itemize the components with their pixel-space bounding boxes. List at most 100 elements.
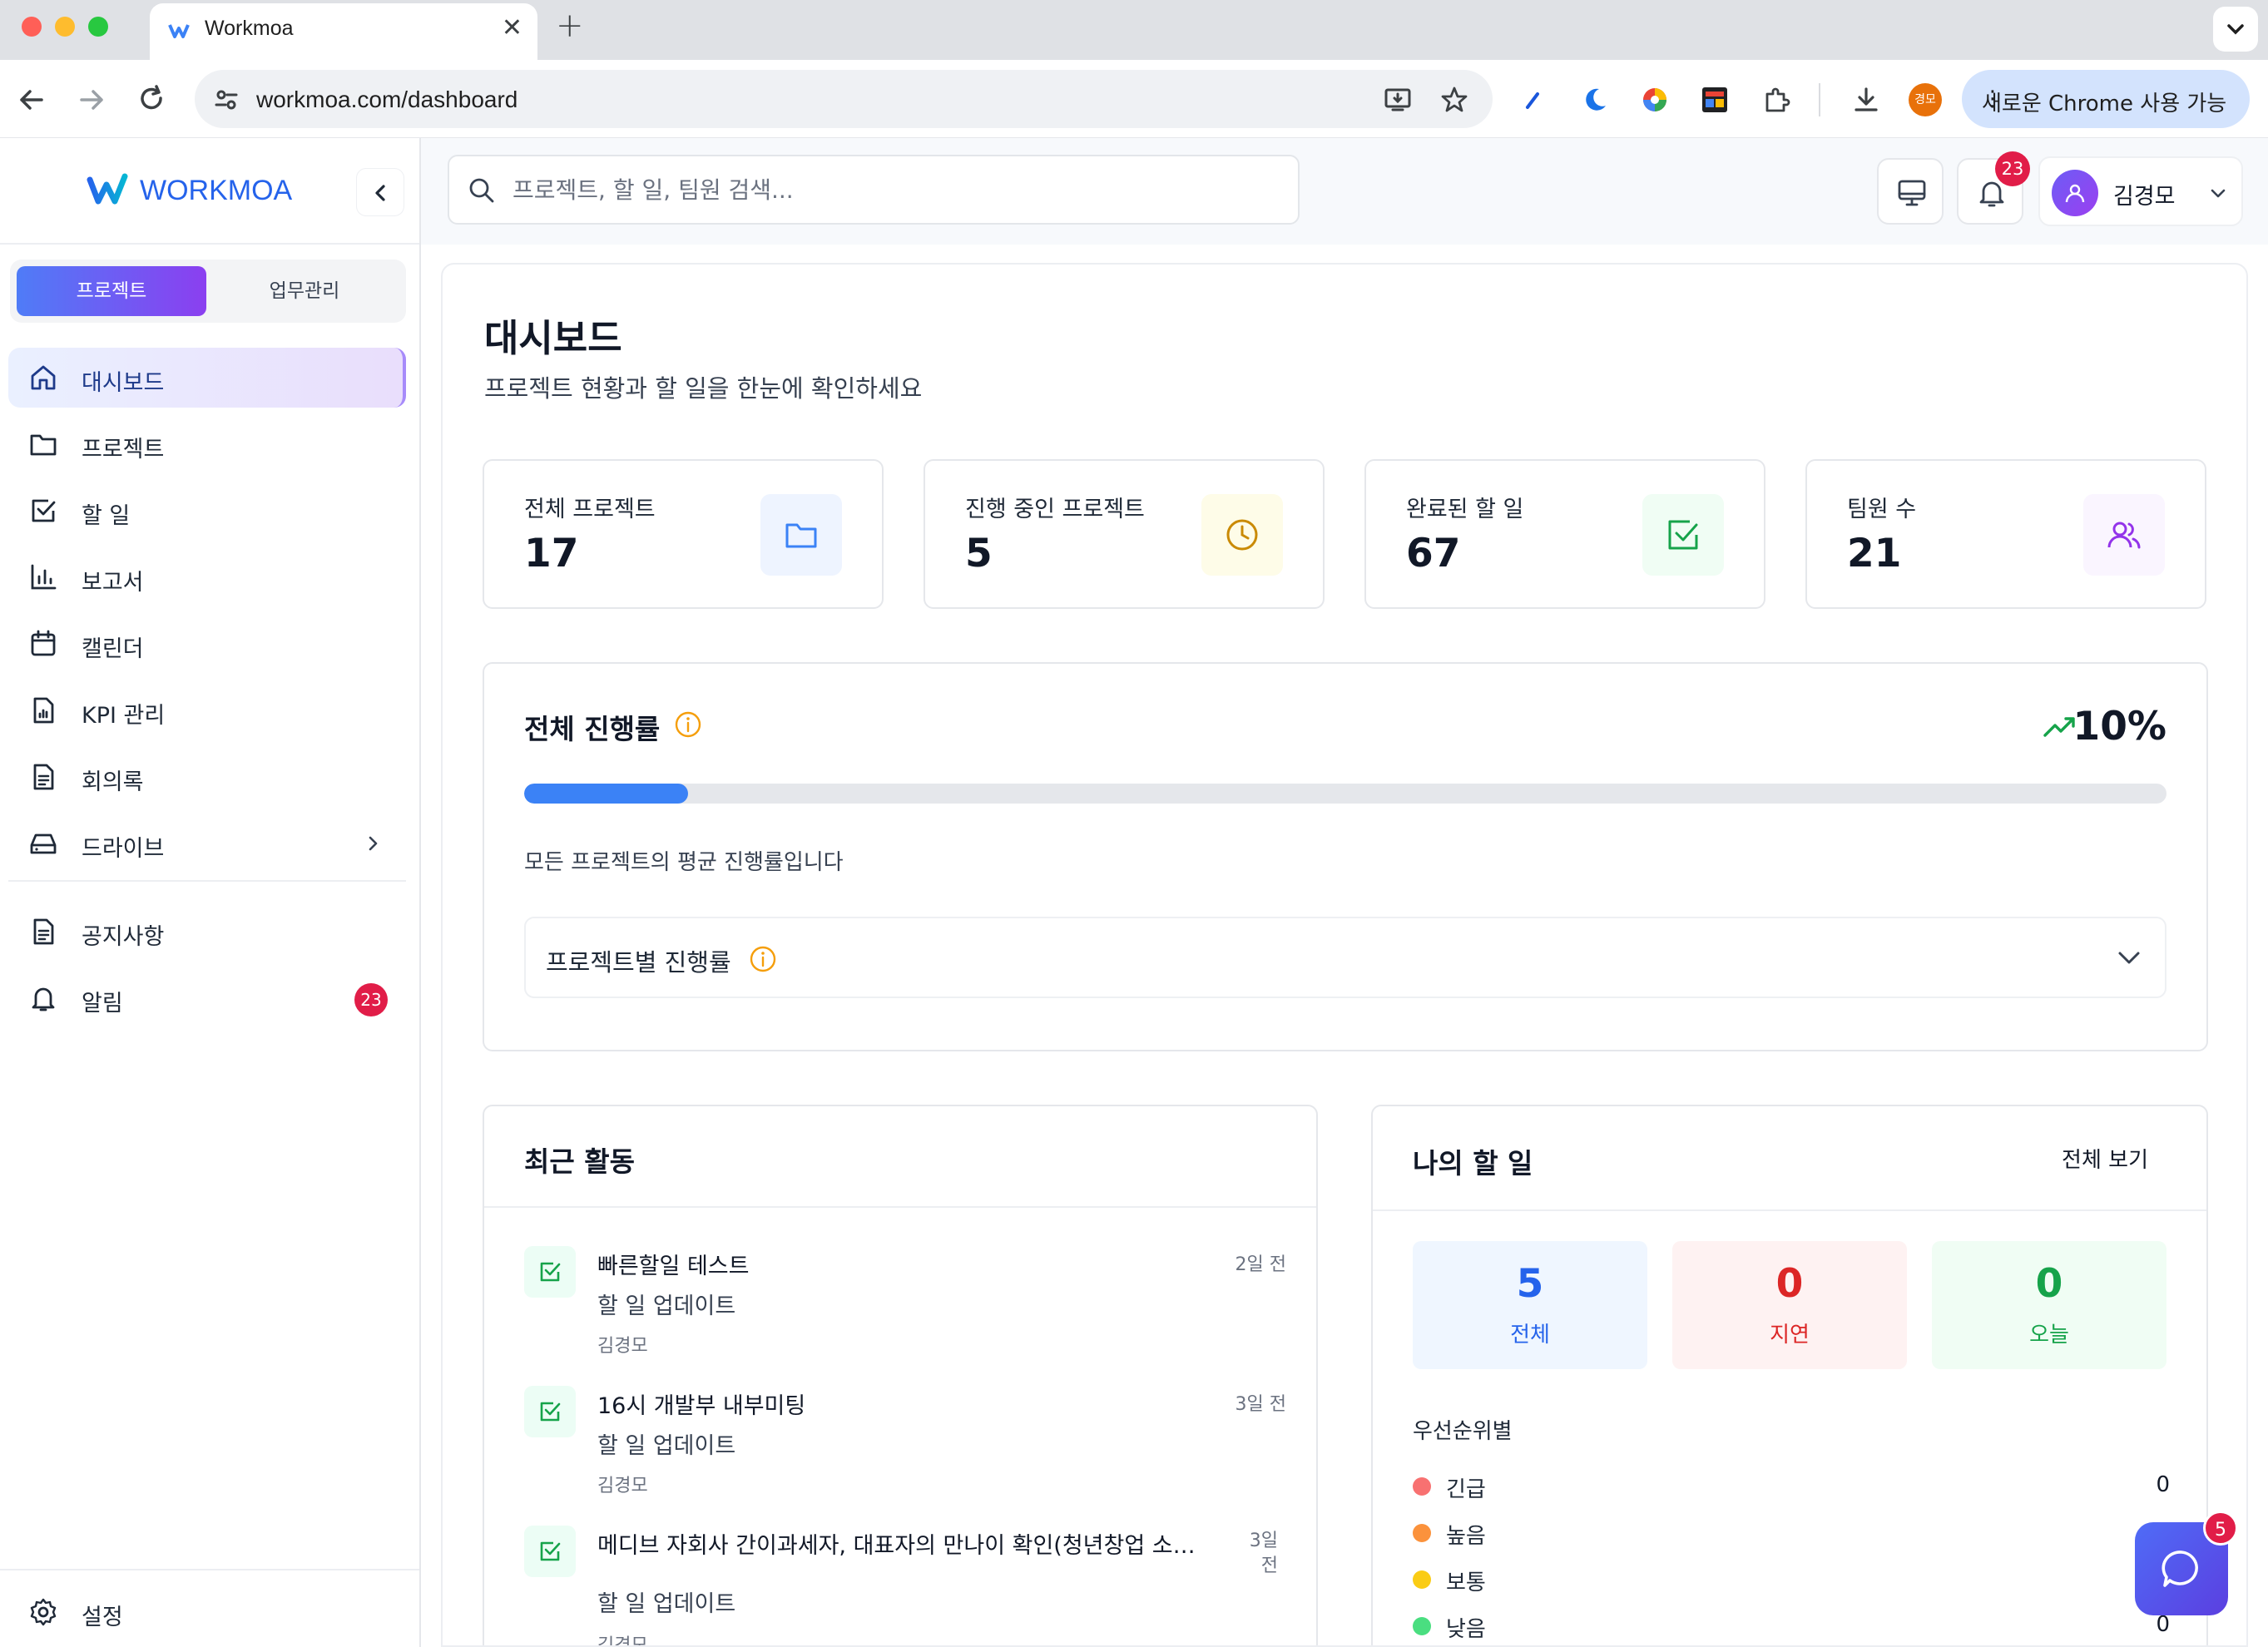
- tab-search-button[interactable]: [2213, 7, 2258, 52]
- user-menu-button[interactable]: 김경모: [2038, 156, 2243, 226]
- monitor-button[interactable]: [1877, 158, 1944, 225]
- mode-switch: 프로젝트 업무관리: [10, 260, 406, 323]
- activity-item[interactable]: 16시 개발부 내부미팅 할 일 업데이트 김경모 3일 전: [524, 1386, 1286, 1519]
- stat-card-total-projects[interactable]: 전체 프로젝트 17: [483, 459, 884, 609]
- priority-label: 보통: [1446, 1570, 1486, 1595]
- mode-tab-project[interactable]: 프로젝트: [17, 266, 206, 316]
- info-icon[interactable]: [749, 945, 777, 973]
- alerts-count-badge: 23: [354, 983, 388, 1016]
- activity-item[interactable]: 메디브 자회사 간이과세자, 대표자의 만나이 확인(청년창업 소득세 ... …: [524, 1526, 1286, 1647]
- mode-tab-work[interactable]: 업무관리: [210, 266, 399, 316]
- extension-pen-icon[interactable]: [1518, 84, 1549, 116]
- notice-document-icon: [33, 918, 54, 945]
- sidebar-item-label: 할 일: [82, 503, 131, 529]
- home-icon: [31, 365, 56, 390]
- browser-tab-bar: Workmoa ✕ +: [0, 0, 2268, 60]
- activity-item[interactable]: 빠른할일 테스트 할 일 업데이트 김경모 2일 전: [524, 1246, 1286, 1379]
- todo-summary-value: 5: [1516, 1261, 1544, 1307]
- sidebar-item-todo[interactable]: 할 일: [8, 481, 406, 541]
- forward-icon[interactable]: [72, 80, 111, 120]
- page-title: 대시보드: [484, 316, 622, 360]
- workmoa-favicon-icon: [168, 24, 190, 38]
- stat-label: 팀원 수: [1847, 497, 1917, 522]
- info-icon[interactable]: [674, 710, 702, 739]
- extension-moon-icon[interactable]: [1579, 84, 1611, 116]
- sidebar-item-dashboard[interactable]: 대시보드: [8, 348, 406, 408]
- activity-user: 김경모: [597, 1635, 648, 1647]
- new-tab-button[interactable]: +: [556, 7, 584, 45]
- view-all-link[interactable]: 전체 보기: [2062, 1143, 2148, 1174]
- recent-activity-title: 최근 활동: [524, 1145, 635, 1178]
- profile-avatar[interactable]: 경모: [1909, 83, 1942, 116]
- extensions-puzzle-icon[interactable]: [1760, 84, 1792, 116]
- my-todo-card: 나의 할 일 전체 보기 5 전체 0 지연 0 오늘 우선순위별 긴급 0 높…: [1371, 1105, 2208, 1645]
- search-input[interactable]: [513, 171, 1261, 208]
- maximize-window-button[interactable]: [88, 17, 108, 37]
- site-settings-icon[interactable]: [211, 85, 241, 115]
- priority-count: 0: [2156, 1612, 2170, 1637]
- browser-toolbar: workmoa.com/dashboard 경모 새로운 Chrome 사용 가…: [0, 60, 2268, 138]
- bar-chart-icon: [31, 564, 57, 590]
- sidebar-item-settings[interactable]: 설정: [8, 1582, 406, 1642]
- todo-summary-delayed[interactable]: 0 지연: [1672, 1241, 1907, 1369]
- close-window-button[interactable]: [22, 17, 42, 37]
- address-bar[interactable]: workmoa.com/dashboard: [195, 70, 1493, 128]
- stat-card-members[interactable]: 팀원 수 21: [1805, 459, 2206, 609]
- todo-summary-today[interactable]: 0 오늘: [1932, 1241, 2166, 1369]
- sidebar-item-reports[interactable]: 보고서: [8, 547, 406, 607]
- bookmark-star-icon[interactable]: [1439, 85, 1469, 115]
- overall-progress-fill: [524, 784, 689, 804]
- sidebar-item-drive[interactable]: 드라이브: [8, 814, 406, 873]
- calendar-icon: [31, 630, 56, 656]
- stat-value: 17: [524, 531, 579, 576]
- priority-dot: [1413, 1617, 1431, 1635]
- sidebar-item-alerts[interactable]: 알림 23: [8, 968, 406, 1028]
- activity-user: 김경모: [597, 1336, 648, 1357]
- sidebar-item-notice[interactable]: 공지사항: [8, 902, 406, 962]
- chat-button[interactable]: 5: [2135, 1511, 2238, 1615]
- extension-square-icon[interactable]: [1699, 84, 1731, 116]
- downloads-icon[interactable]: [1850, 84, 1882, 116]
- todo-summary-label: 전체: [1510, 1323, 1550, 1348]
- sidebar-item-label: KPI 관리: [82, 703, 166, 729]
- stat-card-active-projects[interactable]: 진행 중인 프로젝트 5: [924, 459, 1325, 609]
- check-square-icon: [1668, 520, 1698, 550]
- overall-progress-card: 전체 진행률 10% 모든 프로젝트의 평균 진행률입니다 프로젝트별 진행률: [483, 662, 2208, 1051]
- notifications-button[interactable]: 23: [1957, 151, 2030, 225]
- chevron-right-icon: [369, 836, 378, 851]
- project-progress-accordion[interactable]: 프로젝트별 진행률: [524, 917, 2166, 998]
- dashboard-main: 대시보드 프로젝트 현황과 할 일을 한눈에 확인하세요 전체 프로젝트 17 …: [441, 263, 2248, 1647]
- search-icon: [469, 178, 494, 203]
- chevron-down-icon: [2227, 24, 2244, 35]
- todo-summary-total[interactable]: 5 전체: [1413, 1241, 1647, 1369]
- stat-label: 전체 프로젝트: [524, 497, 656, 522]
- sidebar-item-minutes[interactable]: 회의록: [8, 747, 406, 807]
- chrome-update-button[interactable]: 새로운 Chrome 사용 가능 ⋮: [1962, 70, 2250, 128]
- reload-icon[interactable]: [131, 80, 171, 120]
- browser-tab[interactable]: Workmoa ✕: [150, 3, 537, 60]
- sidebar-item-projects[interactable]: 프로젝트: [8, 414, 406, 474]
- chrome-menu-icon[interactable]: ⋮: [1982, 87, 2231, 111]
- sidebar-item-kpi[interactable]: KPI 관리: [8, 680, 406, 740]
- install-app-icon[interactable]: [1383, 85, 1413, 115]
- stat-value: 21: [1847, 531, 1902, 576]
- stat-icon-box: [760, 494, 842, 576]
- sidebar-item-calendar[interactable]: 캘린더: [8, 614, 406, 674]
- priority-label: 낮음: [1446, 1617, 1486, 1642]
- stat-label: 완료된 할 일: [1406, 497, 1524, 522]
- card-divider: [484, 1206, 1316, 1208]
- activity-title: 메디브 자회사 간이과세자, 대표자의 만나이 확인(청년창업 소득세 ...: [597, 1533, 1213, 1559]
- global-search[interactable]: [448, 155, 1300, 225]
- folder-icon: [30, 434, 57, 456]
- sidebar-collapse-button[interactable]: [356, 168, 404, 216]
- priority-label: 긴급: [1446, 1477, 1486, 1502]
- minimize-window-button[interactable]: [55, 17, 75, 37]
- stat-value: 67: [1406, 531, 1461, 576]
- extension-color-icon[interactable]: [1639, 84, 1671, 116]
- kpi-doc-icon: [33, 697, 54, 724]
- stat-card-completed-todos[interactable]: 완료된 할 일 67: [1364, 459, 1765, 609]
- tab-close-icon[interactable]: ✕: [502, 13, 522, 42]
- project-progress-title: 프로젝트별 진행률: [546, 948, 731, 977]
- todo-summary-label: 오늘: [2029, 1323, 2069, 1348]
- back-icon[interactable]: [12, 80, 52, 120]
